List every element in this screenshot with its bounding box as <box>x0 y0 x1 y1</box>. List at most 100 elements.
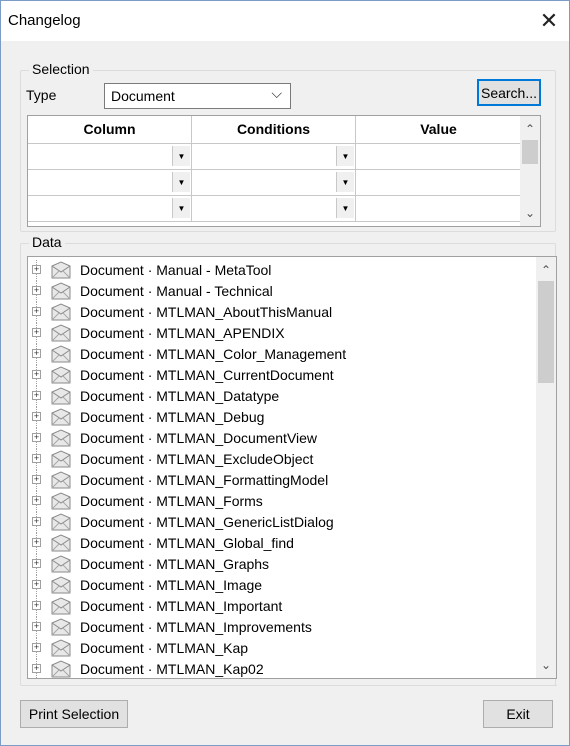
dropdown-arrow-icon[interactable]: ▼ <box>336 172 354 192</box>
title-bar[interactable]: Changelog ✕ <box>1 1 569 41</box>
document-icon <box>51 534 71 552</box>
scroll-down-icon[interactable]: ⌄ <box>536 656 556 674</box>
tree-item-label: Document · MTLMAN_GenericListDialog <box>80 514 334 530</box>
expand-icon[interactable]: + <box>32 664 41 673</box>
selection-legend: Selection <box>29 61 93 77</box>
column-header[interactable]: Column <box>28 116 192 144</box>
tree-item[interactable]: + Document · MTLMAN_Image <box>28 575 528 596</box>
tree-item[interactable]: + Document · MTLMAN_FormattingModel <box>28 470 528 491</box>
value-cell[interactable] <box>356 170 521 196</box>
type-label: Type <box>26 87 57 103</box>
expand-icon[interactable]: + <box>32 265 41 274</box>
tree-item[interactable]: + Document · MTLMAN_Forms <box>28 491 528 512</box>
tree-item[interactable]: + Document · MTLMAN_Datatype <box>28 386 528 407</box>
expand-icon[interactable]: + <box>32 328 41 337</box>
dropdown-arrow-icon[interactable]: ▼ <box>172 198 190 218</box>
expand-icon[interactable]: + <box>32 580 41 589</box>
expand-icon[interactable]: + <box>32 349 41 358</box>
expand-icon[interactable]: + <box>32 454 41 463</box>
tree-item-label: Document · MTLMAN_Global_find <box>80 535 294 551</box>
tree-item[interactable]: + Document · MTLMAN_Graphs <box>28 554 528 575</box>
tree-item-label: Document · MTLMAN_DocumentView <box>80 430 318 446</box>
tree-item[interactable]: + Document · MTLMAN_Color_Management <box>28 344 528 365</box>
tree-item[interactable]: + Document · MTLMAN_Improvements <box>28 617 528 638</box>
tree-item-label: Document · MTLMAN_APENDIX <box>80 325 285 341</box>
scroll-up-icon[interactable]: ⌃ <box>536 261 556 279</box>
tree-item[interactable]: + Document · MTLMAN_Kap02 <box>28 659 528 678</box>
document-icon <box>51 429 71 447</box>
scroll-up-icon[interactable]: ⌃ <box>520 120 540 138</box>
tree-item[interactable]: + Document · MTLMAN_Debug <box>28 407 528 428</box>
dropdown-arrow-icon[interactable]: ▼ <box>336 198 354 218</box>
document-icon <box>51 471 71 489</box>
expand-icon[interactable]: + <box>32 433 41 442</box>
tree-item[interactable]: + Document · Manual - Technical <box>28 281 528 302</box>
document-icon <box>51 597 71 615</box>
footer-divider <box>21 685 557 686</box>
expand-icon[interactable]: + <box>32 601 41 610</box>
expand-icon[interactable]: + <box>32 517 41 526</box>
tree-scrollbar[interactable]: ⌃ ⌄ <box>536 257 556 678</box>
expand-icon[interactable]: + <box>32 496 41 505</box>
value-header[interactable]: Value <box>356 116 521 144</box>
document-icon <box>51 660 71 678</box>
tree-item[interactable]: + Document · MTLMAN_DocumentView <box>28 428 528 449</box>
tree-item-label: Document · MTLMAN_Kap <box>80 640 249 656</box>
dropdown-arrow-icon[interactable]: ▼ <box>336 146 354 166</box>
tree-scroll-thumb[interactable] <box>538 281 554 383</box>
tree-item[interactable]: + Document · MTLMAN_Global_find <box>28 533 528 554</box>
expand-icon[interactable]: + <box>32 307 41 316</box>
expand-icon[interactable]: + <box>32 643 41 652</box>
grid-row: ▼ ▼ <box>28 170 521 196</box>
grid-scroll-thumb[interactable] <box>522 140 538 164</box>
tree-item-label: Document · MTLMAN_Graphs <box>80 556 270 572</box>
expand-icon[interactable]: + <box>32 391 41 400</box>
tree-item[interactable]: + Document · MTLMAN_AboutThisManual <box>28 302 528 323</box>
document-icon <box>51 513 71 531</box>
tree-item[interactable]: + Document · MTLMAN_CurrentDocument <box>28 365 528 386</box>
search-button[interactable]: Search... <box>477 79 541 106</box>
tree-item[interactable]: + Document · Manual - MetaTool <box>28 260 528 281</box>
print-selection-button[interactable]: Print Selection <box>20 700 128 728</box>
document-icon <box>51 555 71 573</box>
tree-item-label: Document · MTLMAN_Color_Management <box>80 346 347 362</box>
tree-item[interactable]: + Document · MTLMAN_GenericListDialog <box>28 512 528 533</box>
document-icon <box>51 324 71 342</box>
tree-item[interactable]: + Document · MTLMAN_APENDIX <box>28 323 528 344</box>
condition-cell[interactable]: ▼ <box>192 170 356 196</box>
expand-icon[interactable]: + <box>32 370 41 379</box>
dropdown-arrow-icon[interactable]: ▼ <box>172 146 190 166</box>
close-button[interactable]: ✕ <box>529 1 569 41</box>
document-icon <box>51 261 71 279</box>
type-select[interactable]: Document ⌵ <box>104 83 291 109</box>
exit-button[interactable]: Exit <box>483 700 553 728</box>
type-select-value: Document <box>111 88 175 104</box>
condition-cell[interactable]: ▼ <box>192 196 356 222</box>
column-cell[interactable]: ▼ <box>28 170 192 196</box>
expand-icon[interactable]: + <box>32 538 41 547</box>
tree-item-label: Document · Manual - Technical <box>80 283 273 299</box>
tree-item[interactable]: + Document · MTLMAN_ExcludeObject <box>28 449 528 470</box>
expand-icon[interactable]: + <box>32 559 41 568</box>
document-icon <box>51 345 71 363</box>
expand-icon[interactable]: + <box>32 475 41 484</box>
column-cell[interactable]: ▼ <box>28 196 192 222</box>
scroll-down-icon[interactable]: ⌄ <box>520 204 540 222</box>
tree-item[interactable]: + Document · MTLMAN_Kap <box>28 638 528 659</box>
grid-scrollbar[interactable]: ⌃ ⌄ <box>520 116 540 226</box>
grid-header: Column Conditions Value <box>28 116 521 144</box>
tree-item-label: Document · MTLMAN_ExcludeObject <box>80 451 314 467</box>
expand-icon[interactable]: + <box>32 622 41 631</box>
condition-cell[interactable]: ▼ <box>192 144 356 170</box>
expand-icon[interactable]: + <box>32 286 41 295</box>
value-cell[interactable] <box>356 196 521 222</box>
data-legend: Data <box>29 234 65 250</box>
value-cell[interactable] <box>356 144 521 170</box>
expand-icon[interactable]: + <box>32 412 41 421</box>
tree-item-label: Document · MTLMAN_Image <box>80 577 263 593</box>
window-title: Changelog <box>8 12 81 29</box>
tree-item[interactable]: + Document · MTLMAN_Important <box>28 596 528 617</box>
column-cell[interactable]: ▼ <box>28 144 192 170</box>
conditions-header[interactable]: Conditions <box>192 116 356 144</box>
dropdown-arrow-icon[interactable]: ▼ <box>172 172 190 192</box>
